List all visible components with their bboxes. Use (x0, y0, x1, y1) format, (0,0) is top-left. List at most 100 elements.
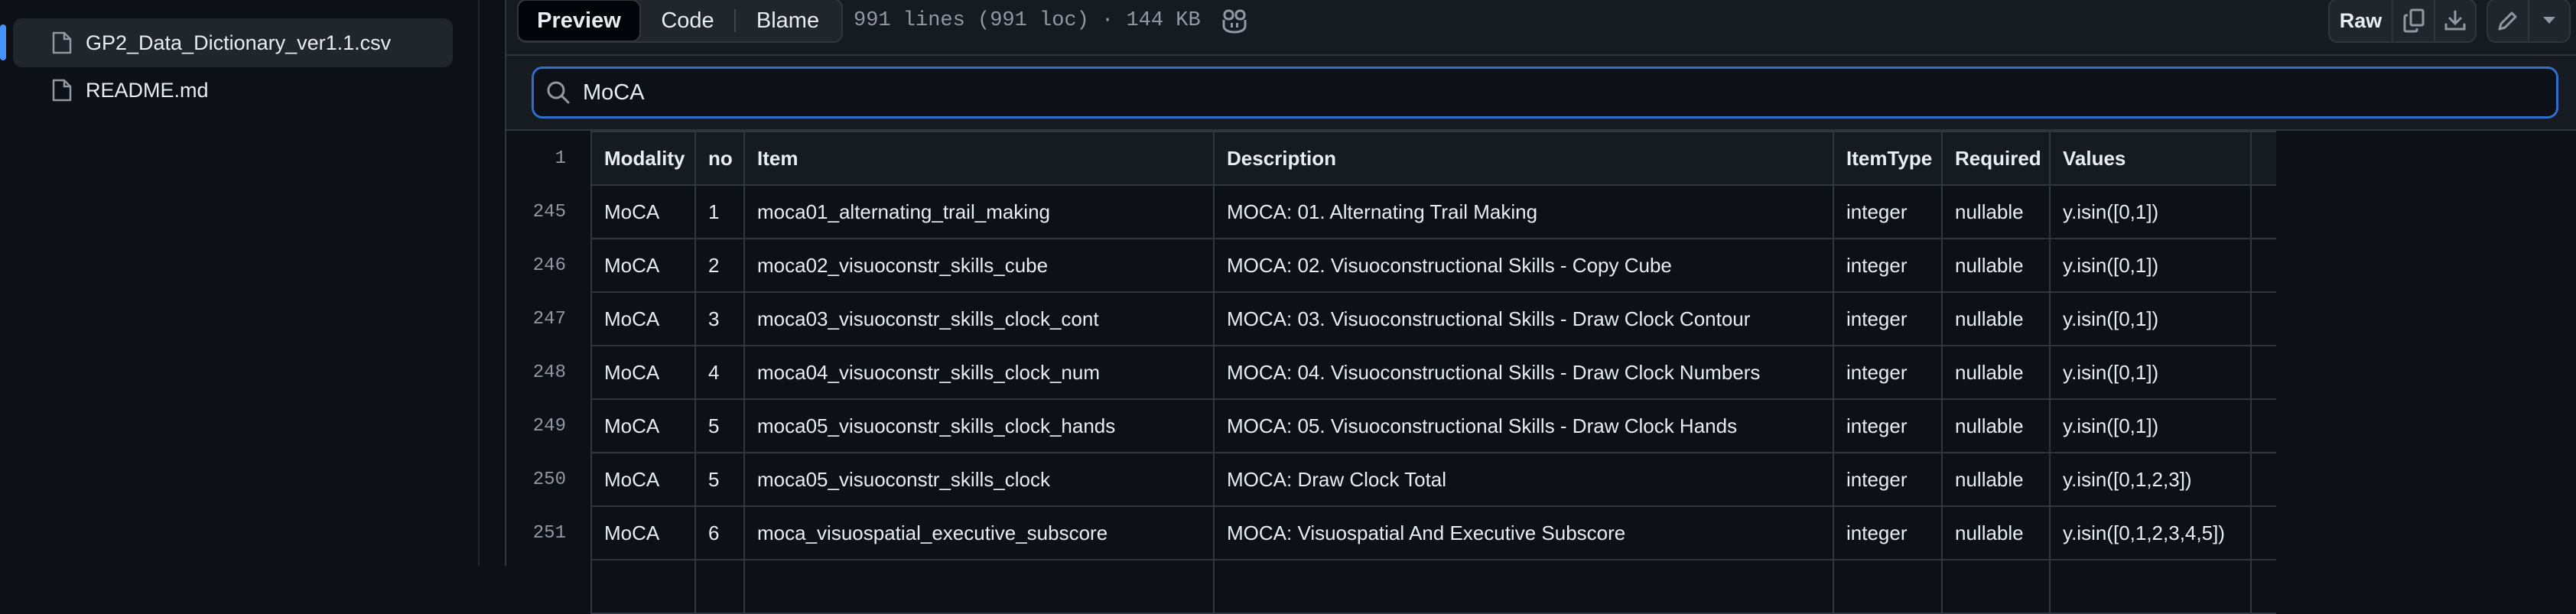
tab-preview[interactable]: Preview (517, 0, 641, 42)
file-item-csv[interactable]: GP2_Data_Dictionary_ver1.1.csv (13, 18, 453, 67)
table-cell-values: y.isin([0,1]) (2049, 398, 2252, 453)
table-cell-modality: MoCA (590, 345, 696, 400)
column-header: Modality (590, 131, 696, 186)
table-row: 247 MoCA 3 moca03_visuoconstr_skills_clock_… (506, 291, 2276, 346)
search-field[interactable] (532, 67, 2558, 119)
table-cell-description: MOCA: 04. Visuoconstructional Skills - D… (1213, 345, 1834, 400)
table-cell-no: 6 (694, 505, 745, 560)
table-cell-itemtype: integer (1833, 345, 1943, 400)
table-cell-values (2049, 559, 2252, 614)
table-cell-item: moca05_visuoconstr_skills_clock_hands (743, 398, 1215, 453)
line-number[interactable]: 245 (506, 185, 592, 239)
table-cell-extra (2250, 345, 2276, 400)
column-header: ItemType (1833, 131, 1943, 186)
line-number[interactable]: 251 (506, 506, 592, 560)
table-cell-no (694, 559, 745, 614)
selected-indicator (0, 24, 6, 60)
table-cell-modality: MoCA (590, 398, 696, 453)
column-header: no (694, 131, 745, 186)
table-cell-itemtype: integer (1833, 291, 1943, 346)
table-header-row: 1 Modality no Item Description ItemType … (506, 131, 2276, 186)
table-cell-description: MOCA: 01. Alternating Trail Making (1213, 184, 1834, 239)
download-icon (2444, 10, 2466, 31)
table-cell-values: y.isin([0,1]) (2049, 345, 2252, 400)
raw-actions-group: Raw (2328, 0, 2477, 43)
search-icon (547, 81, 570, 104)
file-icon (52, 31, 72, 54)
table-cell-required: nullable (1941, 184, 2051, 239)
table-cell-extra (2250, 238, 2276, 293)
table-cell-extra (2250, 184, 2276, 239)
table-cell-required: nullable (1941, 398, 2051, 453)
line-number[interactable]: 249 (506, 399, 592, 453)
table-cell-required: nullable (1941, 505, 2051, 560)
line-number[interactable] (506, 560, 592, 613)
search-bar (506, 56, 2576, 131)
download-button[interactable] (2435, 0, 2475, 41)
table-cell-no: 1 (694, 184, 745, 239)
search-input[interactable] (583, 69, 2541, 116)
table-cell-required: nullable (1941, 238, 2051, 293)
table-cell-no: 3 (694, 291, 745, 346)
column-header: Required (1941, 131, 2051, 186)
table-cell-itemtype: integer (1833, 398, 1943, 453)
table-cell-values: y.isin([0,1]) (2049, 238, 2252, 293)
table-cell-extra (2250, 291, 2276, 346)
table-row (506, 559, 2276, 614)
table-cell-values: y.isin([0,1,2,3,4,5]) (2049, 505, 2252, 560)
edit-button[interactable] (2488, 0, 2529, 41)
table-cell-description: MOCA: 02. Visuoconstructional Skills - C… (1213, 238, 1834, 293)
raw-button[interactable]: Raw (2330, 0, 2393, 41)
table-cell-description (1213, 559, 1834, 614)
caret-down-icon (2543, 17, 2555, 24)
table-cell-item (743, 559, 1215, 614)
file-item-readme[interactable]: README.md (13, 66, 453, 115)
table-cell-description: MOCA: 03. Visuoconstructional Skills - D… (1213, 291, 1834, 346)
file-name: GP2_Data_Dictionary_ver1.1.csv (86, 31, 392, 54)
file-name: README.md (86, 79, 209, 102)
tab-blame[interactable]: Blame (736, 0, 840, 41)
table-cell-item: moca_visuospatial_executive_subscore (743, 505, 1215, 560)
table-cell-required: nullable (1941, 452, 2051, 507)
table-row: 245 MoCA 1 moca01_alternating_trail_making M… (506, 184, 2276, 239)
table-cell-modality: MoCA (590, 291, 696, 346)
table-cell-no: 2 (694, 238, 745, 293)
column-header: Description (1213, 131, 1834, 186)
pencil-icon (2498, 11, 2517, 31)
table-cell-item: moca03_visuoconstr_skills_clock_cont (743, 291, 1215, 346)
copilot-icon[interactable] (1221, 8, 1247, 34)
line-number[interactable]: 250 (506, 453, 592, 506)
table-cell-modality: MoCA (590, 238, 696, 293)
table-row: 250 MoCA 5 moca05_visuoconstr_skills_clock M… (506, 452, 2276, 507)
table-cell-item: moca02_visuoconstr_skills_cube (743, 238, 1215, 293)
column-header-extra (2250, 131, 2276, 186)
line-number[interactable]: 246 (506, 239, 592, 292)
line-number[interactable]: 247 (506, 292, 592, 346)
edit-options-dropdown[interactable] (2529, 0, 2569, 41)
line-number[interactable]: 248 (506, 346, 592, 399)
table-cell-modality (590, 559, 696, 614)
table-cell-extra (2250, 452, 2276, 507)
table-row: 248 MoCA 4 moca04_visuoconstr_skills_clock_… (506, 345, 2276, 400)
table-cell-values: y.isin([0,1]) (2049, 291, 2252, 346)
table-cell-values: y.isin([0,1,2,3]) (2049, 452, 2252, 507)
table-cell-extra (2250, 559, 2276, 614)
table-cell-modality: MoCA (590, 452, 696, 507)
file-viewer: Preview Code Blame 991 lines (991 loc) ·… (505, 0, 2576, 614)
table-cell-modality: MoCA (590, 184, 696, 239)
tab-code[interactable]: Code (641, 0, 734, 41)
table-cell-description: MOCA: Draw Clock Total (1213, 452, 1834, 507)
table-cell-required: nullable (1941, 291, 2051, 346)
file-icon (52, 79, 72, 102)
copy-icon (2403, 8, 2424, 33)
copy-button[interactable] (2393, 0, 2435, 41)
table-cell-itemtype: integer (1833, 238, 1943, 293)
file-toolbar: Preview Code Blame 991 lines (991 loc) ·… (506, 0, 2576, 56)
table-cell-item: moca01_alternating_trail_making (743, 184, 1215, 239)
table-row: 246 MoCA 2 moca02_visuoconstr_skills_cube MO… (506, 238, 2276, 293)
table-cell-itemtype: integer (1833, 452, 1943, 507)
table-cell-no: 4 (694, 345, 745, 400)
edit-actions-group (2487, 0, 2571, 43)
line-number[interactable]: 1 (506, 132, 592, 185)
table-cell-extra (2250, 398, 2276, 453)
